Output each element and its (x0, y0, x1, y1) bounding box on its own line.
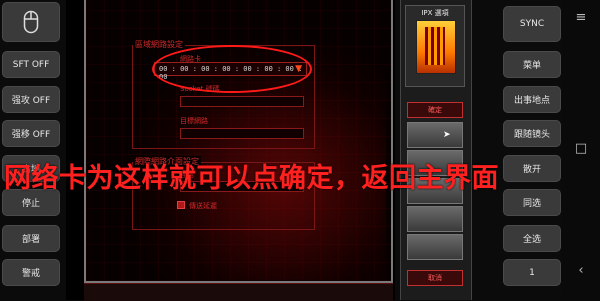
follow-camera-button[interactable]: 跟随镜头 (503, 120, 561, 147)
send-delay-label: 傳送延遲 (189, 202, 217, 210)
sft-toggle-button[interactable]: SFT OFF (2, 51, 60, 78)
confirm-button[interactable]: 確定 (407, 102, 463, 118)
group-1-button[interactable]: 1 (503, 259, 561, 286)
incident-location-button[interactable]: 出事地点 (503, 86, 561, 113)
socket-input[interactable] (180, 96, 304, 107)
instruction-caption: 网络卡为这样就可以点确定，返回主界面 (4, 163, 499, 194)
ipx-options-title: IPX 選項 (421, 9, 449, 17)
mouse-cursor-icon: ➤ (443, 130, 451, 140)
ipx-logo-panel: IPX 選項 (405, 5, 465, 87)
force-move-toggle-button[interactable]: 强移 OFF (2, 120, 60, 147)
nic-highlight-circle (152, 45, 312, 93)
sync-button[interactable]: SYNC (503, 6, 561, 42)
sidebar-slot (407, 234, 463, 260)
select-same-button[interactable]: 同选 (503, 189, 561, 216)
status-strip (84, 283, 393, 301)
home-icon[interactable]: □ (573, 141, 589, 156)
select-all-button[interactable]: 全选 (503, 225, 561, 252)
mouse-mode-button[interactable] (2, 2, 60, 42)
send-delay-checkbox[interactable] (177, 201, 185, 209)
sidebar-slot (407, 122, 463, 148)
back-icon[interactable]: ‹ (573, 263, 589, 278)
cancel-button[interactable]: 取消 (407, 270, 463, 286)
game-sidebar: IPX 選項 確定 取消 (400, 0, 472, 300)
menu-button[interactable]: 菜单 (503, 51, 561, 78)
force-attack-toggle-button[interactable]: 强攻 OFF (2, 86, 60, 113)
menu-icon[interactable]: ≡ (573, 10, 589, 25)
scatter-button[interactable]: 散开 (503, 155, 561, 182)
guard-button[interactable]: 警戒 (2, 259, 60, 286)
target-network-input[interactable] (180, 128, 304, 139)
faction-logo-icon (416, 20, 456, 74)
target-network-label: 目標網路 (180, 117, 208, 125)
lan-settings-title: 區域網路設定 (133, 39, 185, 50)
mouse-icon (23, 10, 39, 34)
sidebar-slot (407, 206, 463, 232)
android-nav-bar: ≡ □ ‹ (562, 0, 600, 300)
deploy-button[interactable]: 部署 (2, 225, 60, 252)
